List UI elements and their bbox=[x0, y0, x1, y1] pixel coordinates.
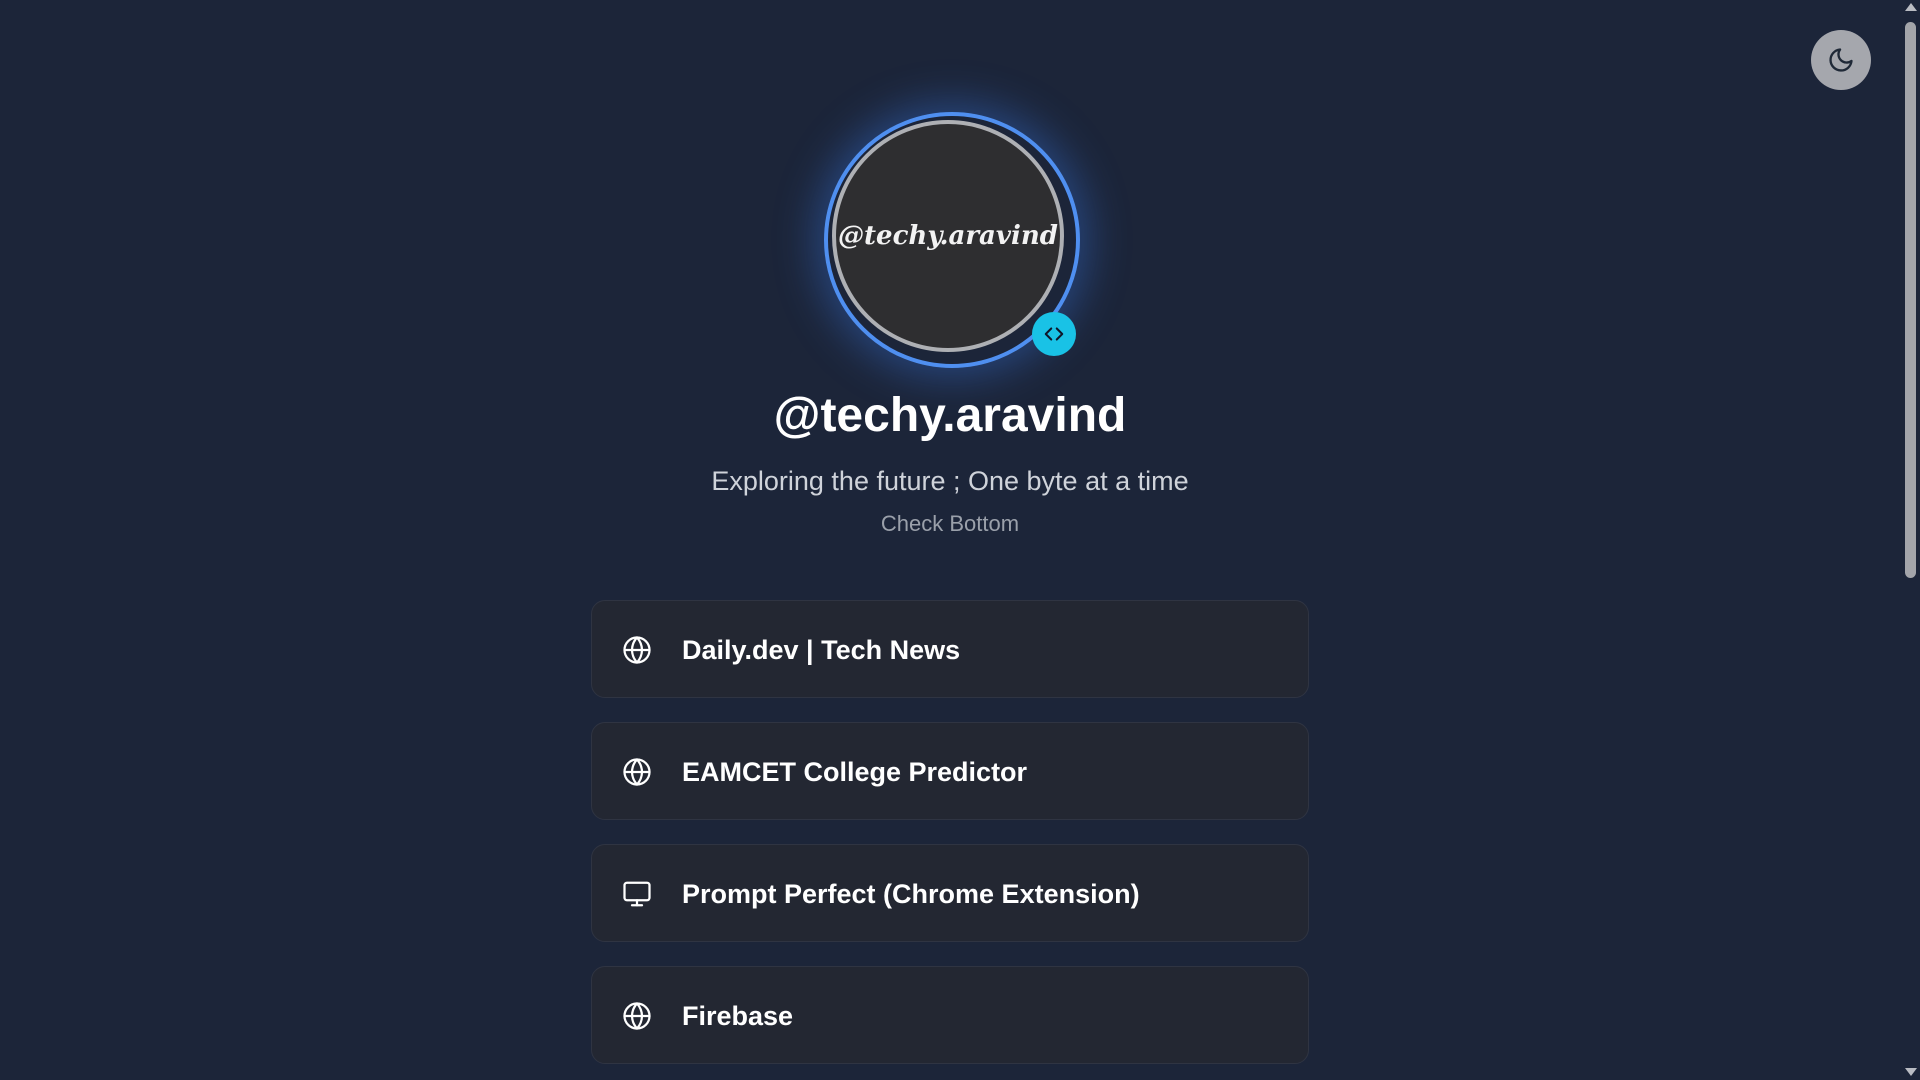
avatar-container: @techy.aravind bbox=[824, 112, 1080, 368]
globe-icon bbox=[623, 758, 651, 786]
profile-name: @techy.aravind bbox=[773, 389, 1127, 442]
link-card-daily-dev[interactable]: Daily.dev | Tech News bbox=[591, 600, 1309, 698]
scroll-down-arrow-icon[interactable] bbox=[1905, 1068, 1917, 1076]
globe-icon bbox=[623, 1002, 651, 1030]
globe-icon bbox=[623, 636, 651, 664]
link-card-firebase[interactable]: Firebase bbox=[591, 966, 1309, 1064]
monitor-icon bbox=[623, 881, 651, 907]
avatar-logo-text: @techy.aravind bbox=[838, 221, 1058, 251]
link-card-eamcet-predictor[interactable]: EAMCET College Predictor bbox=[591, 722, 1309, 820]
link-label: Daily.dev | Tech News bbox=[682, 635, 961, 665]
profile-subtitle: Check Bottom bbox=[880, 511, 1020, 536]
link-label: Prompt Perfect (Chrome Extension) bbox=[682, 879, 1140, 909]
code-icon bbox=[1044, 327, 1064, 341]
link-card-prompt-perfect[interactable]: Prompt Perfect (Chrome Extension) bbox=[591, 844, 1309, 942]
avatar: @techy.aravind bbox=[832, 120, 1064, 352]
page: @techy.aravind @techy.aravind Exploring … bbox=[0, 0, 1920, 1080]
moon-icon bbox=[1829, 48, 1853, 72]
scrollbar-thumb[interactable] bbox=[1905, 22, 1916, 578]
links-list: Daily.dev | Tech News EAMCET College Pre… bbox=[591, 600, 1309, 1080]
scroll-up-arrow-icon[interactable] bbox=[1905, 3, 1917, 11]
link-label: EAMCET College Predictor bbox=[682, 757, 1028, 787]
link-label: Firebase bbox=[682, 1001, 794, 1031]
profile-bio: Exploring the future ; One byte at a tim… bbox=[711, 466, 1189, 496]
theme-toggle-button[interactable] bbox=[1811, 30, 1871, 90]
code-badge bbox=[1032, 312, 1076, 356]
